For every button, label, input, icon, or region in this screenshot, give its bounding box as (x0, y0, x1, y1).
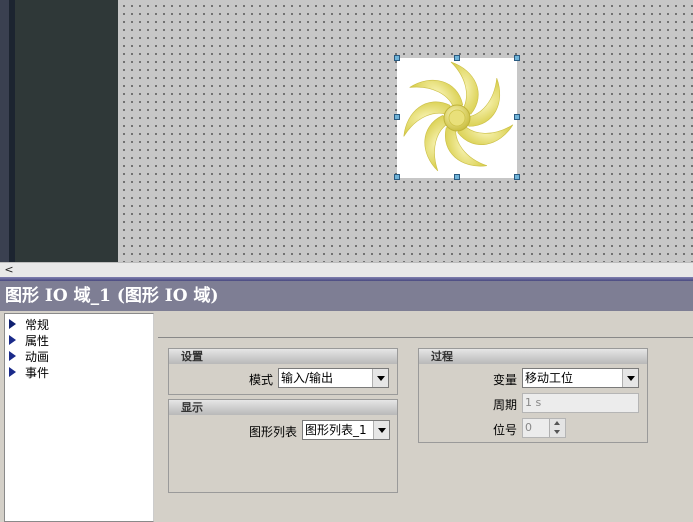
nav-item-animation[interactable]: 动画 (5, 348, 153, 364)
variable-value: 移动工位 (525, 371, 574, 385)
resize-handle-nw[interactable] (394, 55, 400, 61)
resize-handle-e[interactable] (514, 114, 520, 120)
resize-handle-ne[interactable] (514, 55, 520, 61)
properties-title-bar: 图形 IO 域_1 (图形 IO 域) (0, 281, 693, 311)
bit-label: 位号 (492, 423, 517, 437)
cycle-label: 周期 (492, 398, 517, 412)
mode-value: 输入/输出 (281, 371, 334, 385)
graphic-list-label: 图形列表 (248, 425, 297, 439)
graphic-io-field-fan[interactable] (397, 58, 517, 178)
resize-handle-n[interactable] (454, 55, 460, 61)
cycle-field: 1 s (522, 393, 639, 413)
properties-title: 图形 IO 域_1 (图形 IO 域) (5, 286, 219, 306)
graphic-list-dropdown[interactable]: 图形列表_1 (302, 420, 390, 440)
spinner-buttons[interactable] (549, 419, 565, 437)
resize-handle-w[interactable] (394, 114, 400, 120)
chevron-down-icon[interactable] (372, 369, 388, 387)
process-group-header: 过程 (419, 348, 647, 364)
display-group-header: 显示 (169, 399, 397, 415)
bit-value: 0 (525, 421, 532, 434)
arrow-right-icon (9, 351, 16, 361)
nav-item-label: 事件 (25, 365, 50, 380)
mode-label: 模式 (248, 373, 273, 387)
nav-item-general[interactable]: 常规 (5, 316, 153, 332)
window-edge-strip (0, 0, 9, 262)
horizontal-scrollbar[interactable]: < (0, 262, 693, 277)
property-category-tree: 常规 属性 动画 事件 (4, 313, 154, 522)
spin-up-icon[interactable] (550, 419, 565, 428)
properties-content: 设置 模式 输入/输出 显示 图形列表 图形列表_1 过程 变量 移动工位 周期… (158, 313, 693, 522)
nav-item-label: 属性 (25, 333, 50, 348)
resize-handle-s[interactable] (454, 174, 460, 180)
nav-item-label: 动画 (25, 349, 50, 364)
arrow-right-icon (9, 319, 16, 329)
spin-down-icon[interactable] (550, 428, 565, 437)
mode-dropdown[interactable]: 输入/输出 (278, 368, 389, 388)
bit-spinner[interactable]: 0 (522, 418, 566, 438)
variable-dropdown[interactable]: 移动工位 (522, 368, 639, 388)
arrow-right-icon (9, 335, 16, 345)
chevron-down-icon[interactable] (622, 369, 638, 387)
nav-item-label: 常规 (25, 317, 50, 332)
left-dock-panel (15, 0, 118, 262)
fan-icon (403, 61, 514, 172)
resize-handle-sw[interactable] (394, 174, 400, 180)
arrow-right-icon (9, 367, 16, 377)
display-group: 显示 图形列表 图形列表_1 (168, 399, 398, 493)
cycle-value: 1 s (525, 396, 542, 409)
chevron-down-icon[interactable] (373, 421, 389, 439)
content-divider (158, 337, 693, 338)
variable-label: 变量 (492, 373, 517, 387)
nav-item-events[interactable]: 事件 (5, 364, 153, 380)
scroll-left-button[interactable]: < (2, 264, 16, 276)
resize-handle-se[interactable] (514, 174, 520, 180)
nav-item-properties[interactable]: 属性 (5, 332, 153, 348)
settings-group-header: 设置 (169, 348, 397, 364)
settings-group: 设置 模式 输入/输出 (168, 348, 398, 395)
process-group: 过程 变量 移动工位 周期 1 s 位号 0 (418, 348, 648, 443)
graphic-list-value: 图形列表_1 (305, 423, 367, 437)
